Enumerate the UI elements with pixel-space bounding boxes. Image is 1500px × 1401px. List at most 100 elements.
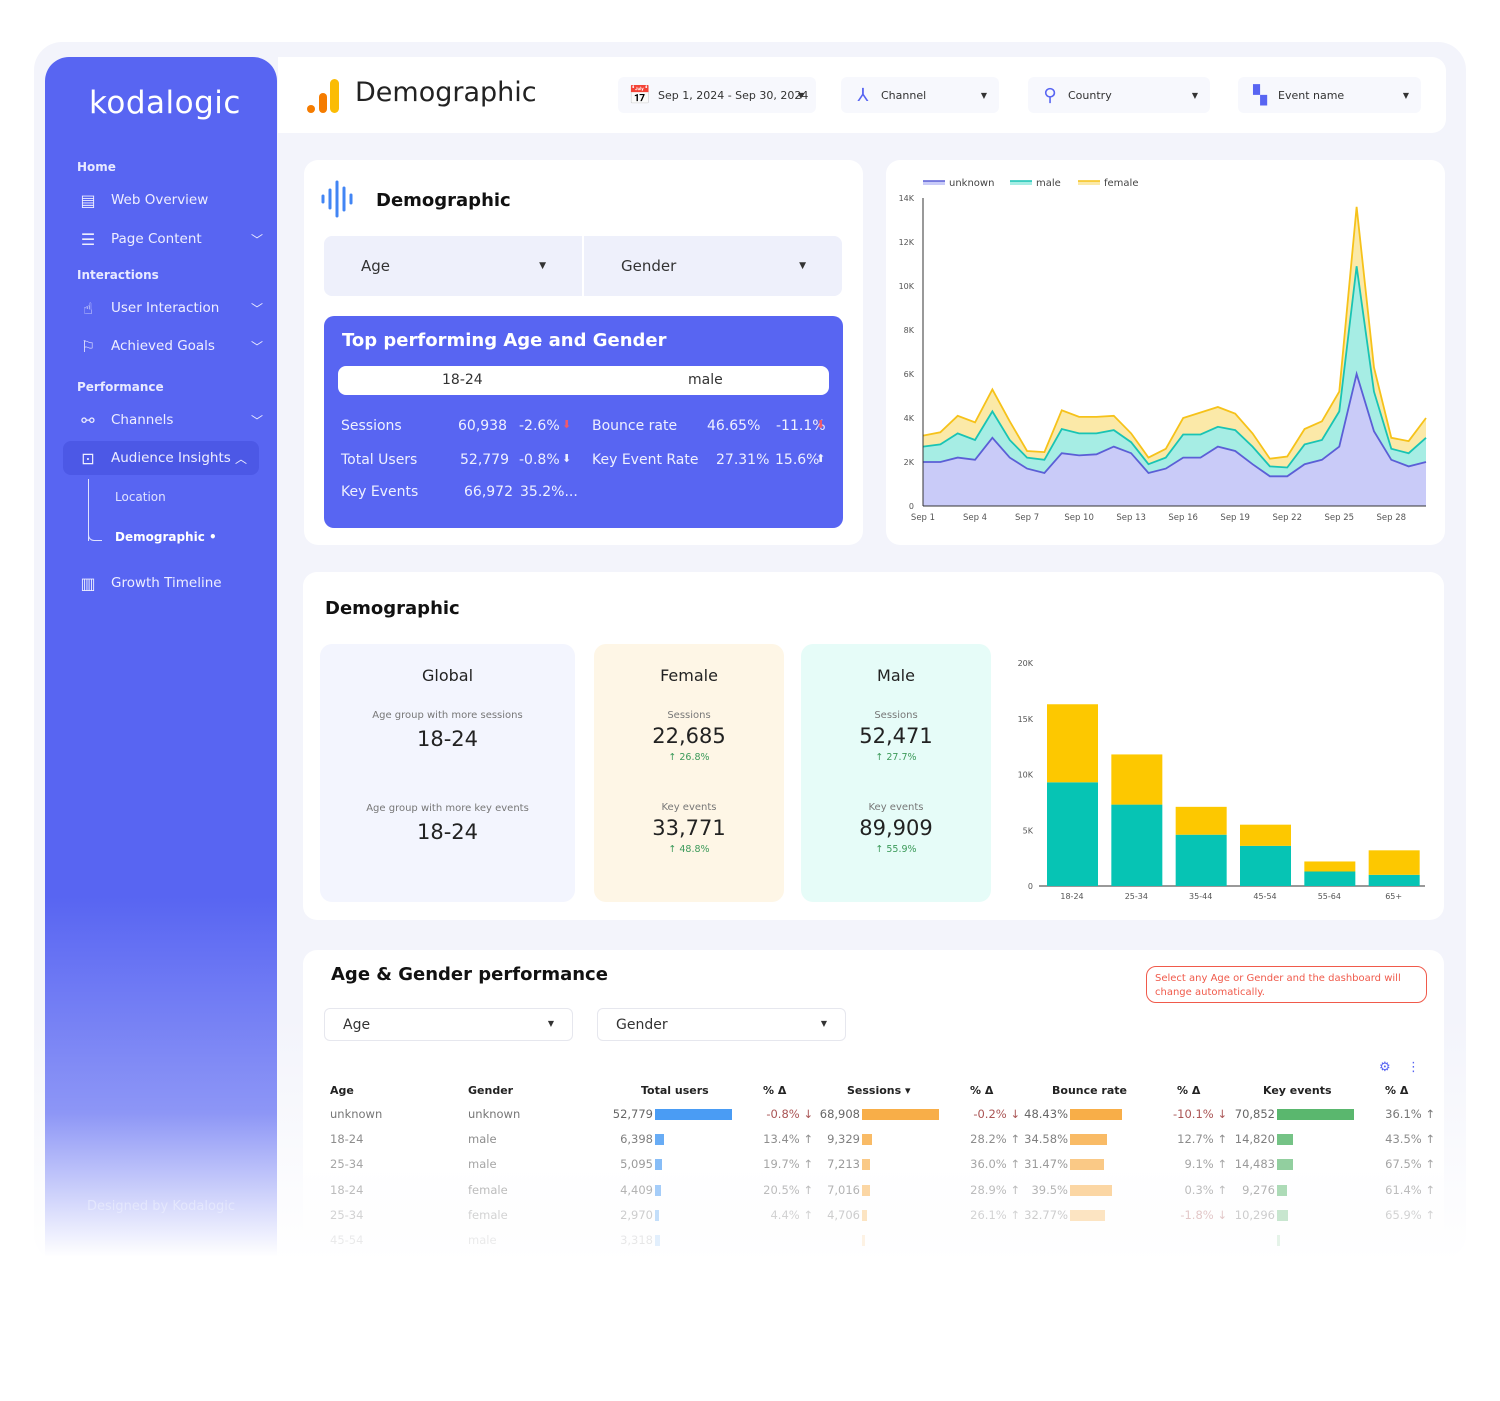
area-chart: 0 2K 4K 6K 8K 10K 12K 14K Sep 1 Sep 4 Sep 7 Sep 10 S…	[899, 178, 1427, 523]
column-header: % Δ	[763, 1084, 787, 1097]
kpi-label: Age group with more key events	[366, 803, 529, 814]
cell-bar	[1277, 1109, 1354, 1120]
y-tick-label: 15K	[1018, 715, 1034, 724]
cell-value: 10,296	[1234, 1207, 1275, 1222]
cell-delta: -10.1% ↓	[1173, 1107, 1227, 1121]
analytics-logo-icon	[307, 79, 339, 113]
male-kpi-card: Male Sessions 52,471 ↑ 27.7% Key events …	[801, 644, 991, 902]
gender-select[interactable]: Gender ▼	[597, 1008, 846, 1041]
column-header[interactable]: Sessions ▾	[847, 1084, 911, 1097]
metric-value: 52,779	[460, 452, 509, 468]
top-gender: male	[688, 372, 723, 388]
cell-value: 68,908	[819, 1107, 860, 1121]
arrow-down-icon: ⬇	[562, 452, 572, 465]
more-options-icon[interactable]: ⋮	[1407, 1060, 1420, 1075]
sidebar-subitem-demographic[interactable]: Demographic •	[115, 530, 217, 544]
bar-male	[1304, 871, 1356, 886]
cell-value: 31.47%	[1024, 1157, 1068, 1172]
y-tick-label: 12K	[899, 238, 915, 247]
location-pin-icon: ⚲	[1043, 84, 1057, 106]
cell-bar	[1277, 1159, 1293, 1171]
dropdown-arrow-icon: ▼	[1402, 90, 1409, 100]
column-header: Bounce rate	[1052, 1084, 1127, 1097]
cell-bar	[1277, 1209, 1289, 1221]
bar-chart-icon: ▥	[80, 573, 96, 593]
y-tick-label: 2K	[904, 458, 915, 467]
cell-bar	[862, 1209, 868, 1221]
female-kpi-card: Female Sessions 22,685 ↑ 26.8% Key event…	[594, 644, 784, 902]
demographic-breakdown-card: Demographic Global Age group with more s…	[303, 572, 1444, 920]
country-filter[interactable]: ⚲ Country ▼	[1028, 77, 1210, 113]
sidebar-item-page-content[interactable]: ☰ Page Content ﹀	[77, 222, 263, 256]
card-title: Demographic	[376, 190, 511, 211]
kpi-title: Male	[877, 666, 915, 685]
cell-delta: 26.1% ↑	[970, 1207, 1020, 1222]
chart-settings-icon[interactable]: ⚙	[1379, 1060, 1391, 1075]
sidebar-item-channels[interactable]: ⚯ Channels ﹀	[77, 403, 263, 437]
y-tick-label: 10K	[899, 282, 915, 291]
cell-delta: 61.4% ↑	[1385, 1182, 1435, 1197]
date-range-filter[interactable]: 📅 Sep 1, 2024 - Sep 30, 2024 ▼	[618, 77, 816, 113]
cell-gender: female	[468, 1182, 508, 1197]
kpi-delta: ↑ 27.7%	[875, 752, 917, 763]
kpi-value: 18-24	[416, 727, 479, 751]
x-tick-label: 45-54	[1253, 892, 1276, 901]
cell-bar	[1070, 1109, 1122, 1120]
column-header: Age	[330, 1084, 354, 1097]
metric-label: Key Events	[341, 484, 419, 500]
cell-value: 6,398	[620, 1132, 653, 1147]
y-tick-label: 5K	[1023, 826, 1034, 835]
cell-value: 4,409	[620, 1182, 653, 1197]
metric-delta: -0.8%	[519, 452, 560, 468]
age-select[interactable]: Age ▼	[324, 1008, 573, 1041]
kpi-delta: ↑ 48.8%	[668, 844, 710, 855]
metric-delta: 35.2%...	[520, 484, 578, 500]
gender-select[interactable]: Gender ▼	[584, 236, 842, 296]
metric-label: Total Users	[341, 452, 418, 468]
age-select[interactable]: Age ▼	[324, 236, 584, 296]
cell-value: 9,329	[827, 1132, 860, 1147]
legend-label: female	[1104, 178, 1138, 189]
channel-filter[interactable]: ⅄ Channel ▼	[841, 77, 999, 113]
share-icon: ⚯	[81, 410, 95, 430]
flag-icon: ⚐	[80, 336, 96, 356]
metric-value: 46.65%	[707, 418, 761, 434]
sidebar: kodalogic Home ▤ Web Overview ☰ Page Conte…	[45, 57, 277, 1257]
kpi-label: Key events	[868, 802, 924, 813]
event-name-filter[interactable]: ▚ Event name ▼	[1238, 77, 1421, 113]
cell-value: 9,276	[1242, 1182, 1275, 1197]
cell-value: 3,318	[620, 1233, 653, 1247]
cell-delta: 20.5% ↑	[763, 1182, 813, 1197]
x-tick-label: Sep 16	[1168, 513, 1198, 523]
cell-delta: 67.5% ↑	[1385, 1157, 1435, 1172]
cell-bar	[1070, 1209, 1106, 1221]
cell-delta: 9.1% ↑	[1184, 1157, 1227, 1172]
cell-value: 34.58%	[1024, 1132, 1068, 1147]
cell-delta: 4.4% ↑	[770, 1207, 813, 1222]
global-kpi-card: Global Age group with more sessions 18-2…	[320, 644, 575, 902]
section-home: Home	[77, 160, 116, 174]
cell-delta: 36.0% ↑	[970, 1157, 1020, 1172]
sidebar-item-audience-insights[interactable]: ⊡ Audience Insights ︿	[63, 441, 259, 475]
sidebar-item-achieved-goals[interactable]: ⚐ Achieved Goals ﹀	[77, 329, 263, 363]
x-tick-label: Sep 25	[1325, 513, 1355, 523]
cell-gender: male	[468, 1132, 497, 1147]
cell-bar	[1070, 1184, 1113, 1196]
metric-delta: 15.6%	[775, 452, 820, 468]
sidebar-item-user-interaction[interactable]: ☝ User Interaction ﹀	[77, 291, 263, 325]
legend-label: unknown	[949, 178, 994, 189]
kpi-label: Sessions	[874, 710, 918, 721]
cell-delta: -0.8% ↓	[766, 1107, 813, 1121]
cell-value: 14,483	[1234, 1157, 1275, 1172]
sidebar-subitem-location[interactable]: Location	[115, 490, 166, 504]
cell-age: 45-54	[330, 1233, 364, 1247]
x-tick-label: Sep 4	[963, 513, 987, 523]
cell-value: 7,213	[827, 1157, 860, 1172]
sidebar-item-web-overview[interactable]: ▤ Web Overview	[77, 183, 263, 217]
sidebar-item-growth-timeline[interactable]: ▥ Growth Timeline	[77, 566, 263, 600]
calendar-icon: 📅	[628, 84, 652, 106]
cell-age: 18-24	[330, 1182, 364, 1197]
sound-wave-icon	[321, 180, 353, 218]
dropdown-arrow-icon: ▼	[539, 261, 546, 271]
cell-delta: 0.3% ↑	[1184, 1182, 1227, 1197]
